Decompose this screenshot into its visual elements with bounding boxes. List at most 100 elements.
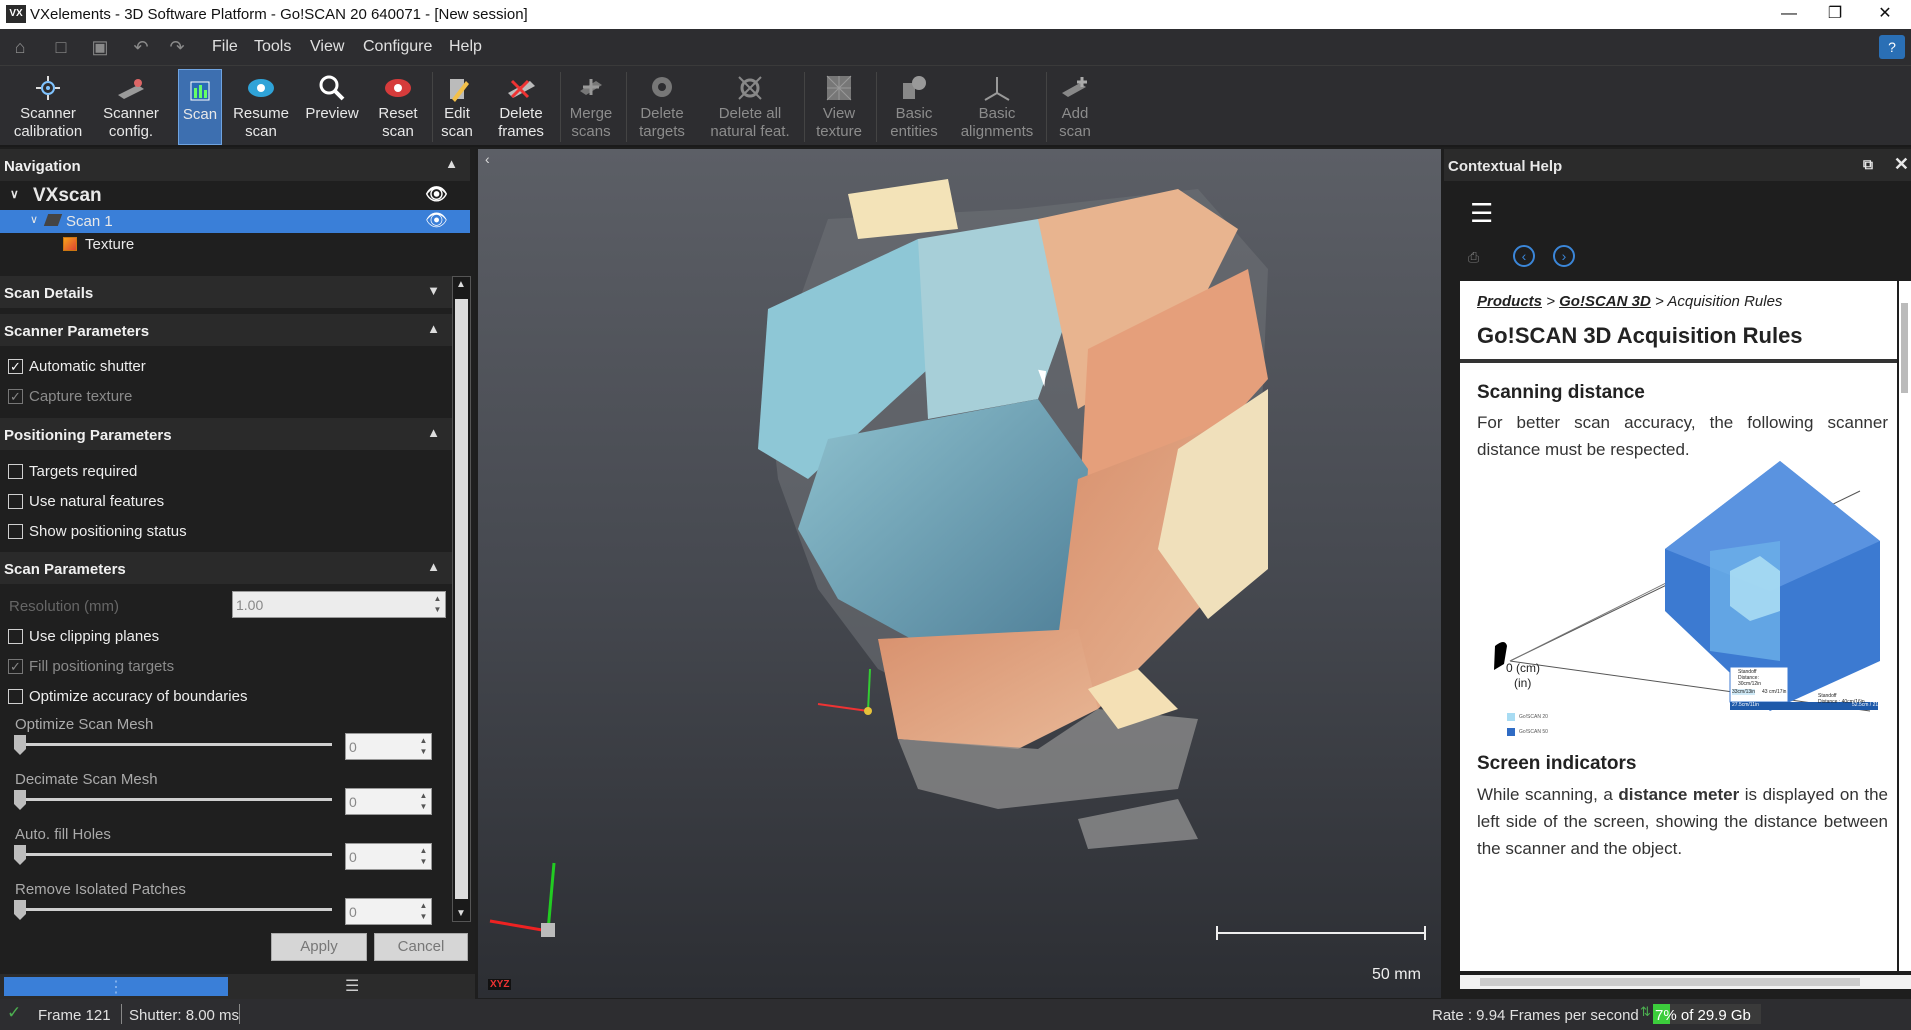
expand-chevron-icon[interactable]: ▼	[427, 283, 440, 298]
delete-natural-features-button[interactable]: Delete all natural feat.	[702, 69, 798, 145]
menu-file[interactable]: File	[212, 38, 238, 56]
navigation-header[interactable]: Navigation ▲	[0, 149, 470, 181]
menu-help[interactable]: Help	[449, 38, 482, 56]
visibility-eye-icon[interactable]: 👁	[425, 210, 448, 231]
grip-icon: ⋮	[108, 979, 124, 996]
remove-isolated-patches-input[interactable]: 0 ▲ ▼	[345, 898, 432, 925]
help-scrollbar-thumb[interactable]	[1901, 303, 1908, 393]
slider-handle[interactable]	[14, 900, 26, 920]
help-scrollbar[interactable]	[1899, 281, 1911, 971]
view-texture-button[interactable]: View texture	[808, 69, 870, 145]
slider-handle[interactable]	[14, 735, 26, 755]
ribbon-label: Preview	[305, 105, 359, 122]
scroll-up-icon[interactable]: ▲	[456, 279, 466, 290]
decimate-scan-mesh-slider[interactable]	[17, 798, 332, 801]
optimize-scan-mesh-slider[interactable]	[17, 743, 332, 746]
delete-frames-button[interactable]: Delete frames	[486, 69, 556, 145]
help-question-icon[interactable]: ?	[1879, 35, 1905, 59]
float-panel-icon[interactable]: ⧉	[1863, 156, 1873, 173]
scale-bar-tick	[1424, 926, 1426, 940]
help-hscrollbar[interactable]	[1460, 975, 1911, 989]
parameters-scrollbar[interactable]: ▲ ▼	[452, 276, 471, 922]
use-natural-features-checkbox[interactable]	[8, 494, 23, 509]
basic-entities-button[interactable]: Basic entities	[880, 69, 948, 145]
delete-targets-button[interactable]: Delete targets	[630, 69, 694, 145]
spinner-arrows-icon[interactable]: ▲ ▼	[417, 900, 430, 923]
automatic-shutter-checkbox[interactable]: ✓	[8, 359, 23, 374]
scan-button[interactable]: Scan	[178, 69, 222, 145]
use-clipping-planes-checkbox[interactable]	[8, 629, 23, 644]
resume-scan-button[interactable]: Resume scan	[228, 69, 294, 145]
scrollbar-thumb[interactable]	[455, 299, 468, 899]
expand-arrow-icon[interactable]: ∨	[10, 187, 19, 201]
scanner-config-button[interactable]: Scanner config.	[96, 69, 166, 145]
ribbon-label: targets	[639, 123, 685, 140]
collapse-chevron-icon[interactable]: ▲	[427, 425, 440, 440]
spinner-arrows-icon[interactable]: ▲ ▼	[417, 735, 430, 758]
close-panel-icon[interactable]: ✕	[1894, 154, 1909, 175]
home-icon[interactable]: ⌂	[9, 37, 31, 57]
fill-positioning-targets-checkbox[interactable]: ✓	[8, 659, 23, 674]
forward-arrow-icon[interactable]: ›	[1553, 245, 1575, 267]
tab-tree-view[interactable]: ⋮	[4, 977, 228, 996]
remove-isolated-patches-slider[interactable]	[17, 908, 332, 911]
positioning-parameters-header[interactable]: Positioning Parameters ▲	[0, 418, 452, 450]
close-window-button[interactable]: ✕	[1862, 0, 1908, 29]
slider-handle[interactable]	[14, 790, 26, 810]
tree-item-scan-1[interactable]: ∨ Scan 1 👁	[0, 210, 470, 233]
breadcrumb-products-link[interactable]: Products	[1477, 293, 1542, 310]
tree-root-vxscan[interactable]: ∨ VXscan 👁	[0, 183, 470, 207]
decimate-scan-mesh-input[interactable]: 0 ▲ ▼	[345, 788, 432, 815]
scroll-down-icon[interactable]: ▼	[456, 908, 466, 919]
cancel-button[interactable]: Cancel	[374, 933, 468, 961]
capture-texture-checkbox[interactable]: ✓	[8, 389, 23, 404]
scanner-calibration-button[interactable]: Scanner calibration	[6, 69, 90, 145]
new-file-icon[interactable]: □	[50, 37, 72, 57]
targets-required-checkbox[interactable]	[8, 464, 23, 479]
visibility-eye-icon[interactable]: 👁	[425, 184, 448, 205]
spinner-arrows-icon[interactable]: ▲ ▼	[431, 593, 444, 616]
collapse-chevron-icon[interactable]: ▲	[427, 321, 440, 336]
menu-tools[interactable]: Tools	[254, 38, 291, 56]
preview-button[interactable]: Preview	[300, 69, 364, 145]
tree-item-texture[interactable]: Texture	[0, 233, 470, 255]
ribbon-label: Merge	[569, 105, 613, 122]
print-icon[interactable]: ⎙	[1468, 249, 1479, 266]
reset-scan-button[interactable]: Reset scan	[370, 69, 426, 145]
scan-parameters-header[interactable]: Scan Parameters ▲	[0, 552, 452, 584]
apply-button[interactable]: Apply	[271, 933, 367, 961]
show-positioning-status-checkbox[interactable]	[8, 524, 23, 539]
breadcrumb-goscan-link[interactable]: Go!SCAN 3D	[1559, 293, 1651, 310]
menu-configure[interactable]: Configure	[363, 38, 432, 56]
hamburger-menu-icon[interactable]: ☰	[1470, 198, 1493, 229]
scanner-parameters-header[interactable]: Scanner Parameters ▲	[0, 314, 452, 346]
auto-fill-holes-slider[interactable]	[17, 853, 332, 856]
slider-handle[interactable]	[14, 845, 26, 865]
merge-scans-button[interactable]: Merge scans	[562, 69, 620, 145]
back-arrow-icon[interactable]: ‹	[1513, 245, 1535, 267]
optimize-accuracy-checkbox[interactable]	[8, 689, 23, 704]
resolution-label: Resolution (mm)	[9, 598, 120, 615]
undo-icon[interactable]: ↶	[130, 37, 152, 57]
save-icon[interactable]: ▣	[89, 37, 111, 57]
resolution-input[interactable]: 1.00 ▲ ▼	[232, 591, 446, 618]
basic-alignments-button[interactable]: Basic alignments	[954, 69, 1040, 145]
help-hscrollbar-thumb[interactable]	[1480, 978, 1860, 986]
spinner-arrows-icon[interactable]: ▲ ▼	[417, 845, 430, 868]
collapse-chevron-icon[interactable]: ▲	[427, 559, 440, 574]
restore-button[interactable]: ❐	[1812, 0, 1858, 29]
list-view-icon[interactable]: ☰	[345, 976, 359, 996]
expand-arrow-icon[interactable]: ∨	[30, 213, 38, 226]
spinner-arrows-icon[interactable]: ▲ ▼	[417, 790, 430, 813]
edit-scan-button[interactable]: Edit scan	[436, 69, 478, 145]
optimize-scan-mesh-input[interactable]: 0 ▲ ▼	[345, 733, 432, 760]
scan-details-header[interactable]: Scan Details ▼	[0, 276, 452, 308]
redo-icon[interactable]: ↷	[166, 37, 188, 57]
menu-view[interactable]: View	[310, 38, 344, 56]
minimize-button[interactable]: —	[1766, 0, 1812, 29]
3d-viewport[interactable]: ‹ XYZ 50 mm	[478, 149, 1441, 998]
auto-fill-holes-input[interactable]: 0 ▲ ▼	[345, 843, 432, 870]
add-scan-button[interactable]: Add scan	[1050, 69, 1100, 145]
collapse-chevron-icon[interactable]: ▲	[445, 156, 458, 171]
ribbon-label: Add	[1061, 105, 1089, 122]
